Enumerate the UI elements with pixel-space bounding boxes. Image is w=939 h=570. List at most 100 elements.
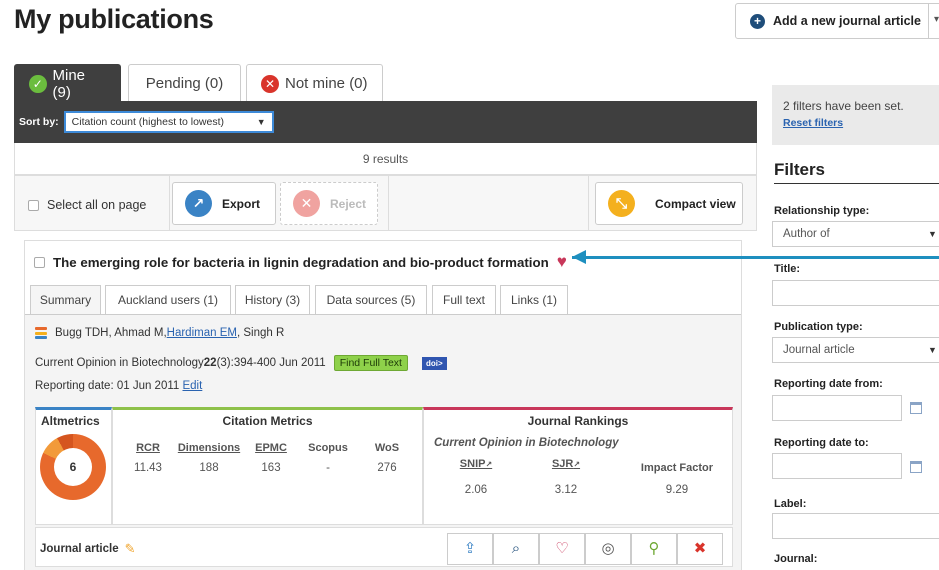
heart-outline-icon: ♡ bbox=[555, 540, 569, 557]
reporting-date-to-input[interactable] bbox=[772, 453, 902, 479]
publication-type-row: Journal article ✎ bbox=[40, 541, 136, 557]
label-filter-input[interactable] bbox=[772, 513, 939, 539]
tab-data-sources[interactable]: Data sources (5) bbox=[315, 285, 427, 315]
tab-auckland-users[interactable]: Auckland users (1) bbox=[105, 285, 231, 315]
hide-button[interactable]: ◎ bbox=[585, 533, 631, 565]
find-full-text-button[interactable]: Find Full Text bbox=[333, 355, 408, 371]
tab-summary[interactable]: Summary bbox=[30, 285, 101, 315]
reporting-date-to-label: Reporting date to: bbox=[774, 437, 869, 449]
ranking-value-sjr: 3.12 bbox=[554, 484, 578, 496]
ranking-value-impact-factor: 9.29 bbox=[665, 484, 689, 496]
journal-issue-pages: (3):394-400 Jun 2011 bbox=[216, 357, 326, 369]
annotation-arrow bbox=[572, 256, 939, 259]
x-circle-icon: ✕ bbox=[261, 74, 279, 93]
filter-status: 2 filters have been set. bbox=[783, 99, 904, 113]
search-icon: ⌕ bbox=[511, 540, 521, 557]
tab-mine[interactable]: ✓ Mine (9) bbox=[14, 64, 121, 102]
tab-links[interactable]: Links (1) bbox=[500, 285, 568, 315]
altmetrics-title: Altmetrics bbox=[41, 414, 100, 428]
journal-line: Current Opinion in Biotechnology 22 (3):… bbox=[35, 355, 447, 371]
divider bbox=[588, 176, 589, 231]
ranking-header-impact-factor: Impact Factor bbox=[640, 462, 714, 474]
filter-status-box: 2 filters have been set. Reset filters bbox=[772, 85, 939, 145]
relationship-type-select[interactable]: Author of ▼ bbox=[772, 221, 939, 247]
journal-name: Current Opinion in Biotechnology bbox=[35, 357, 204, 369]
sort-selected-value: Citation count (highest to lowest) bbox=[71, 116, 224, 128]
relationship-type-value: Author of bbox=[783, 228, 830, 240]
author-link[interactable]: Hardiman EM bbox=[167, 327, 237, 339]
heart-icon[interactable]: ♥ bbox=[557, 252, 567, 272]
reset-filters-link[interactable]: Reset filters bbox=[783, 117, 939, 129]
metric-value-scopus: - bbox=[326, 462, 330, 474]
journal-rankings-title: Journal Rankings bbox=[527, 414, 629, 428]
export-button[interactable]: ↗ Export bbox=[172, 182, 276, 225]
calendar-icon[interactable] bbox=[910, 461, 922, 473]
tab-mine-label: Mine (9) bbox=[52, 66, 86, 101]
select-all-on-page[interactable]: Select all on page bbox=[28, 198, 146, 212]
reporting-date-edit-link[interactable]: Edit bbox=[182, 380, 202, 392]
annotation-arrow-head bbox=[572, 250, 586, 264]
altmetric-donut[interactable]: 6 bbox=[40, 434, 106, 500]
publication-checkbox[interactable] bbox=[34, 256, 45, 268]
tab-pending[interactable]: Pending (0) bbox=[128, 64, 241, 102]
sort-label: Sort by: bbox=[19, 116, 59, 128]
publication-title[interactable]: The emerging role for bacteria in lignin… bbox=[53, 255, 549, 270]
publication-footer: Journal article ✎ ⇪ ⌕ ♡ ◎ ⚲ ✖ bbox=[35, 527, 733, 567]
add-button-label: Add a new journal article bbox=[773, 14, 921, 28]
ranking-header-snip[interactable]: SNIP↗ bbox=[456, 458, 496, 470]
tab-not-mine[interactable]: ✕ Not mine (0) bbox=[246, 64, 383, 102]
metric-header-epmc[interactable]: EPMC bbox=[251, 442, 291, 454]
upload-file-button[interactable]: ⇪ bbox=[447, 533, 493, 565]
favourite-button[interactable]: ♡ bbox=[539, 533, 585, 565]
sort-select[interactable]: Citation count (highest to lowest) ▼ bbox=[63, 111, 274, 133]
metric-value-epmc: 163 bbox=[261, 462, 281, 474]
ranking-header-sjr[interactable]: SJR↗ bbox=[546, 458, 586, 470]
select-all-checkbox[interactable] bbox=[28, 199, 39, 211]
chevron-down-icon: ▼ bbox=[928, 345, 937, 355]
reject-button[interactable]: ✕ Reject bbox=[280, 182, 378, 225]
ranking-value-snip: 2.06 bbox=[464, 484, 488, 496]
close-icon: ✖ bbox=[693, 540, 707, 557]
filters-divider bbox=[774, 183, 939, 184]
chevron-down-icon: ▼ bbox=[928, 229, 937, 239]
metric-header-wos: WoS bbox=[374, 442, 400, 454]
sort-bar: Sort by: Citation count (highest to lowe… bbox=[14, 101, 757, 143]
citation-metrics-title: Citation Metrics bbox=[222, 414, 313, 428]
metric-value-rcr: 11.43 bbox=[134, 462, 162, 474]
doi-badge[interactable]: doi> bbox=[421, 356, 447, 370]
tab-pending-label: Pending (0) bbox=[145, 75, 224, 92]
metric-header-rcr[interactable]: RCR bbox=[133, 442, 163, 454]
delete-button[interactable]: ✖ bbox=[677, 533, 723, 565]
thumbtack-icon: ⚲ bbox=[648, 540, 660, 557]
eye-slash-icon: ◎ bbox=[601, 540, 615, 557]
metric-value-dimensions: 188 bbox=[199, 462, 219, 474]
metric-header-dimensions[interactable]: Dimensions bbox=[175, 442, 243, 454]
publication-type: Journal article bbox=[40, 543, 119, 555]
compact-view-button[interactable]: ⤡ Compact view bbox=[595, 182, 743, 225]
publication-type-label: Publication type: bbox=[774, 321, 863, 333]
external-link-icon: ↗ bbox=[485, 460, 493, 469]
authors-after: , Singh R bbox=[236, 327, 285, 339]
calendar-icon[interactable] bbox=[910, 402, 922, 414]
button-split-divider bbox=[928, 4, 929, 38]
reporting-date-from-input[interactable] bbox=[772, 395, 902, 421]
plus-icon: + bbox=[750, 13, 765, 29]
altmetrics-box: Altmetrics 6 bbox=[35, 407, 112, 525]
check-circle-icon: ✓ bbox=[29, 74, 47, 93]
search-button[interactable]: ⌕ bbox=[493, 533, 539, 565]
divider bbox=[388, 176, 389, 231]
tab-history[interactable]: History (3) bbox=[235, 285, 310, 315]
data-source-icon bbox=[35, 327, 47, 339]
journal-rankings-box: Journal Rankings Current Opinion in Biot… bbox=[423, 407, 733, 525]
add-journal-article-button[interactable]: + Add a new journal article ▾ bbox=[735, 3, 939, 39]
compact-view-icon: ⤡ bbox=[608, 190, 635, 217]
tab-full-text[interactable]: Full text bbox=[432, 285, 496, 315]
divider bbox=[169, 176, 170, 231]
pencil-icon[interactable]: ✎ bbox=[125, 541, 136, 557]
pin-button[interactable]: ⚲ bbox=[631, 533, 677, 565]
publication-type-select[interactable]: Journal article ▼ bbox=[772, 337, 939, 363]
title-filter-input[interactable] bbox=[772, 280, 939, 306]
citation-metrics-box: Citation Metrics RCR Dimensions EPMC Sco… bbox=[112, 407, 423, 525]
reporting-date: Reporting date: 01 Jun 2011 bbox=[35, 380, 183, 392]
chevron-down-icon[interactable]: ▾ bbox=[934, 14, 939, 25]
